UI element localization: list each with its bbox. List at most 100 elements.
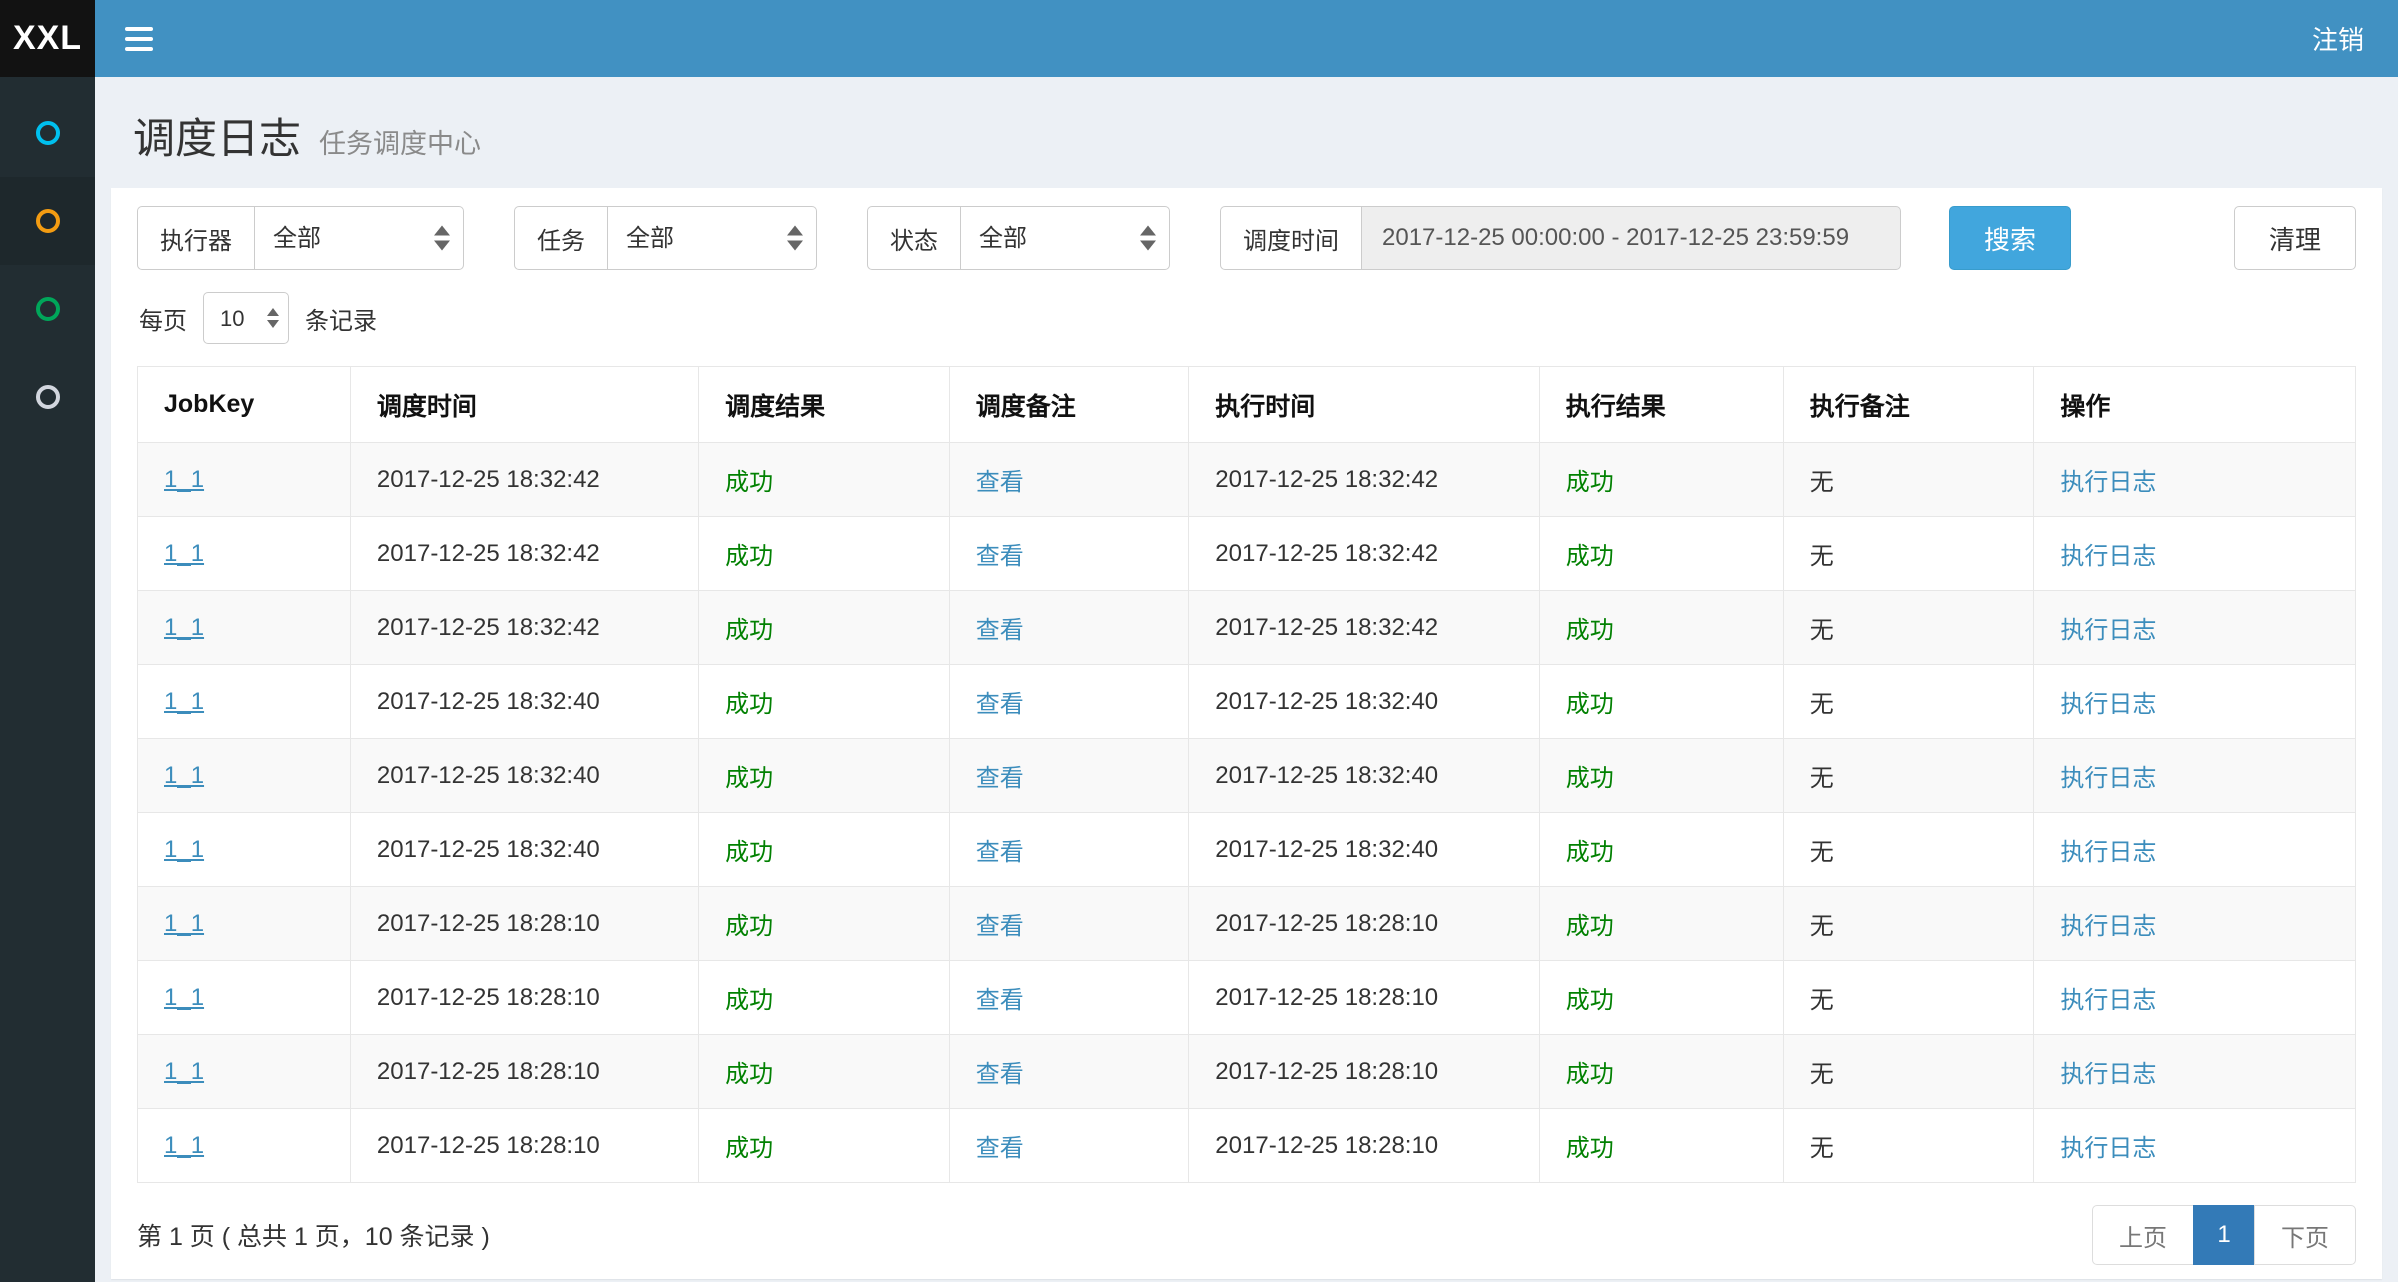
trigger-msg-link[interactable]: 查看 — [976, 1061, 1024, 1088]
trigger-msg-link[interactable]: 查看 — [976, 1135, 1024, 1162]
job-filter-label: 任务 — [514, 206, 607, 270]
col-trigger-result: 调度结果 — [699, 367, 950, 443]
jobkey-link[interactable]: 1_1 — [164, 466, 204, 493]
hamburger-icon — [125, 27, 153, 51]
sidebar — [0, 77, 95, 1282]
jobkey-link[interactable]: 1_1 — [164, 614, 204, 641]
table-row: 1_1 2017-12-25 18:32:42 成功 查看 2017-12-25… — [138, 443, 2356, 517]
app-logo: XXL — [0, 0, 95, 77]
jobkey-link[interactable]: 1_1 — [164, 1058, 204, 1085]
job-select[interactable]: 全部 — [607, 206, 817, 270]
trigger-msg-link[interactable]: 查看 — [976, 765, 1024, 792]
sidebar-item-menu-1[interactable] — [0, 89, 95, 177]
table-row: 1_1 2017-12-25 18:28:10 成功 查看 2017-12-25… — [138, 1109, 2356, 1183]
trigger-msg-link[interactable]: 查看 — [976, 469, 1024, 496]
status-select[interactable]: 全部 — [960, 206, 1170, 270]
handle-result-value: 成功 — [1566, 469, 1614, 496]
col-handle-result: 执行结果 — [1539, 367, 1783, 443]
sidebar-item-menu-3[interactable] — [0, 265, 95, 353]
jobkey-link[interactable]: 1_1 — [164, 910, 204, 937]
exec-log-link[interactable]: 执行日志 — [2060, 839, 2156, 866]
table-row: 1_1 2017-12-25 18:32:42 成功 查看 2017-12-25… — [138, 517, 2356, 591]
handle-time-value: 2017-12-25 18:28:10 — [1215, 910, 1438, 937]
handle-msg-value: 无 — [1810, 1061, 1834, 1088]
filter-row: 执行器 全部 任务 全部 — [137, 206, 2356, 270]
executor-filter-group: 执行器 全部 — [137, 206, 464, 270]
exec-log-link[interactable]: 执行日志 — [2060, 469, 2156, 496]
trigger-result-value: 成功 — [725, 1061, 773, 1088]
content-header: 调度日志 任务调度中心 — [95, 77, 2398, 188]
page-size-select[interactable]: 10 — [203, 292, 289, 344]
pagination-next-button[interactable]: 下页 — [2254, 1205, 2356, 1265]
handle-result-value: 成功 — [1566, 839, 1614, 866]
jobkey-link[interactable]: 1_1 — [164, 540, 204, 567]
table-row: 1_1 2017-12-25 18:32:42 成功 查看 2017-12-25… — [138, 591, 2356, 665]
circle-icon — [36, 385, 60, 409]
trigger-msg-link[interactable]: 查看 — [976, 913, 1024, 940]
sidebar-item-menu-4[interactable] — [0, 353, 95, 441]
exec-log-link[interactable]: 执行日志 — [2060, 913, 2156, 940]
trigger-result-value: 成功 — [725, 839, 773, 866]
jobkey-link[interactable]: 1_1 — [164, 762, 204, 789]
handle-time-value: 2017-12-25 18:28:10 — [1215, 1058, 1438, 1085]
log-table-body: 1_1 2017-12-25 18:32:42 成功 查看 2017-12-25… — [138, 443, 2356, 1183]
handle-time-value: 2017-12-25 18:32:40 — [1215, 836, 1438, 863]
trigger-time-range-input[interactable] — [1361, 206, 1901, 270]
exec-log-link[interactable]: 执行日志 — [2060, 1061, 2156, 1088]
handle-result-value: 成功 — [1566, 543, 1614, 570]
handle-result-value: 成功 — [1566, 617, 1614, 644]
handle-msg-value: 无 — [1810, 913, 1834, 940]
handle-msg-value: 无 — [1810, 765, 1834, 792]
trigger-time-filter-group: 调度时间 — [1220, 206, 1901, 270]
handle-result-value: 成功 — [1566, 1061, 1614, 1088]
log-table: JobKey 调度时间 调度结果 调度备注 执行时间 执行结果 执行备注 操作 … — [137, 366, 2356, 1183]
sidebar-item-menu-2[interactable] — [0, 177, 95, 265]
jobkey-link[interactable]: 1_1 — [164, 836, 204, 863]
handle-msg-value: 无 — [1810, 1135, 1834, 1162]
status-filter-label: 状态 — [867, 206, 960, 270]
col-trigger-time: 调度时间 — [350, 367, 698, 443]
trigger-result-value: 成功 — [725, 543, 773, 570]
circle-icon — [36, 297, 60, 321]
handle-time-value: 2017-12-25 18:28:10 — [1215, 984, 1438, 1011]
trigger-msg-link[interactable]: 查看 — [976, 839, 1024, 866]
trigger-result-value: 成功 — [725, 913, 773, 940]
jobkey-link[interactable]: 1_1 — [164, 1132, 204, 1159]
exec-log-link[interactable]: 执行日志 — [2060, 543, 2156, 570]
sidebar-toggle-button[interactable] — [95, 0, 183, 77]
handle-result-value: 成功 — [1566, 765, 1614, 792]
top-navbar: 注销 — [95, 0, 2398, 77]
clear-button[interactable]: 清理 — [2234, 206, 2356, 270]
exec-log-link[interactable]: 执行日志 — [2060, 617, 2156, 644]
logout-link[interactable]: 注销 — [2312, 20, 2364, 57]
executor-select[interactable]: 全部 — [254, 206, 464, 270]
pagination-prev-button[interactable]: 上页 — [2092, 1205, 2194, 1265]
handle-result-value: 成功 — [1566, 987, 1614, 1014]
trigger-msg-link[interactable]: 查看 — [976, 691, 1024, 718]
trigger-time-filter-label: 调度时间 — [1220, 206, 1361, 270]
exec-log-link[interactable]: 执行日志 — [2060, 1135, 2156, 1162]
content: 执行器 全部 任务 全部 — [95, 188, 2398, 1282]
handle-msg-value: 无 — [1810, 469, 1834, 496]
circle-icon — [36, 209, 60, 233]
exec-log-link[interactable]: 执行日志 — [2060, 691, 2156, 718]
handle-time-value: 2017-12-25 18:32:40 — [1215, 762, 1438, 789]
handle-time-value: 2017-12-25 18:32:42 — [1215, 466, 1438, 493]
exec-log-link[interactable]: 执行日志 — [2060, 765, 2156, 792]
exec-log-link[interactable]: 执行日志 — [2060, 987, 2156, 1014]
search-button[interactable]: 搜索 — [1949, 206, 2071, 270]
trigger-result-value: 成功 — [725, 987, 773, 1014]
sidebar-menu — [0, 77, 95, 441]
trigger-msg-link[interactable]: 查看 — [976, 987, 1024, 1014]
handle-msg-value: 无 — [1810, 617, 1834, 644]
pagination-page-1-button[interactable]: 1 — [2193, 1205, 2255, 1265]
jobkey-link[interactable]: 1_1 — [164, 688, 204, 715]
jobkey-link[interactable]: 1_1 — [164, 984, 204, 1011]
handle-time-value: 2017-12-25 18:32:42 — [1215, 540, 1438, 567]
trigger-time-value: 2017-12-25 18:28:10 — [377, 910, 600, 937]
trigger-msg-link[interactable]: 查看 — [976, 617, 1024, 644]
trigger-msg-link[interactable]: 查看 — [976, 543, 1024, 570]
trigger-time-value: 2017-12-25 18:28:10 — [377, 1058, 600, 1085]
table-row: 1_1 2017-12-25 18:32:40 成功 查看 2017-12-25… — [138, 813, 2356, 887]
trigger-result-value: 成功 — [725, 765, 773, 792]
